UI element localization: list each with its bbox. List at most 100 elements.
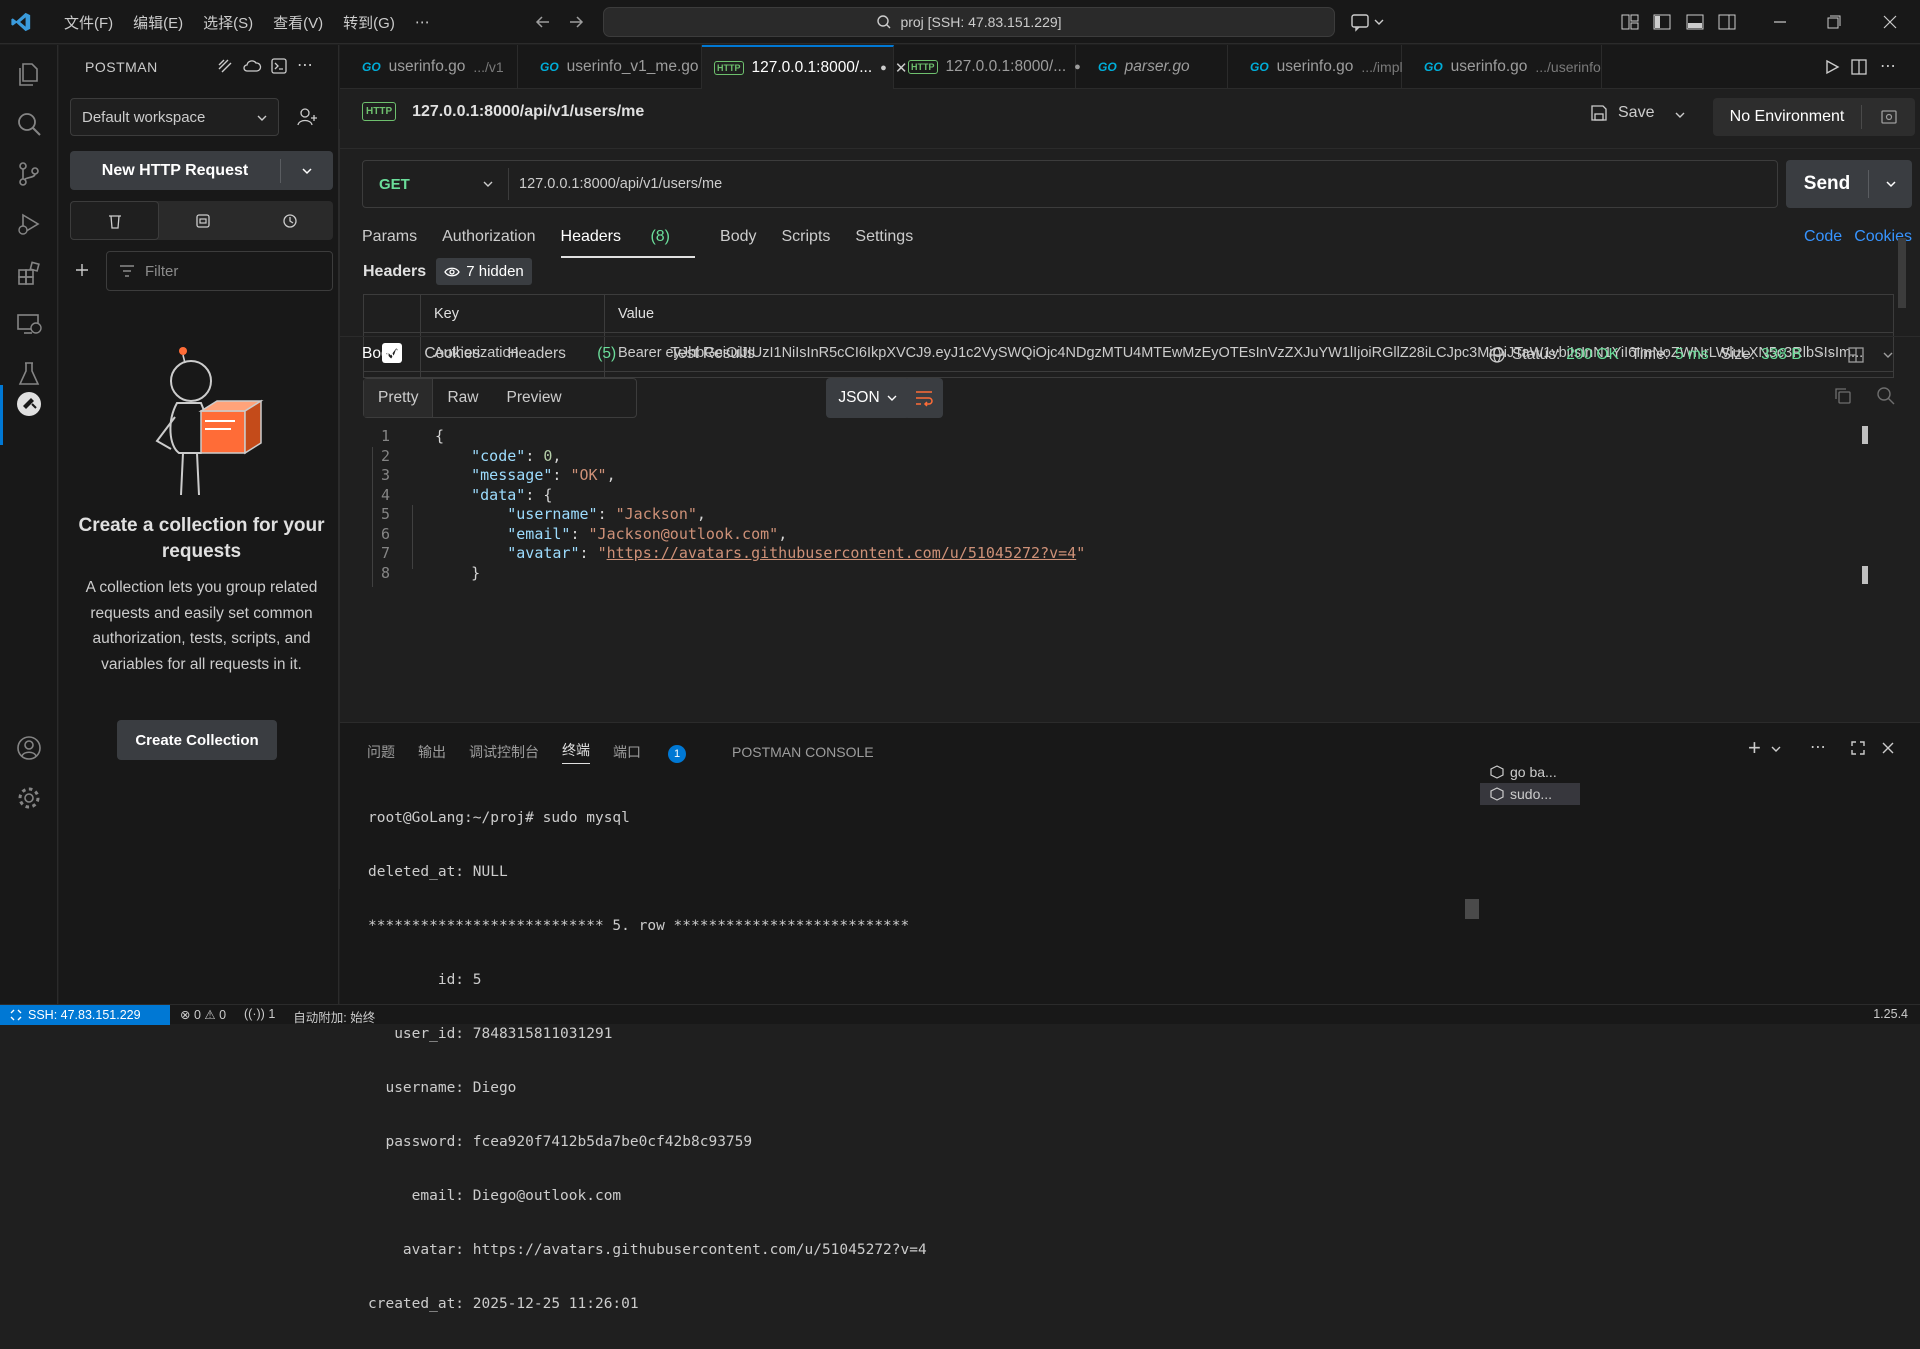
close-panel-icon[interactable] (1880, 740, 1896, 756)
menu-edit[interactable]: 编辑(E) (123, 12, 193, 33)
panel-tab-debug-console[interactable]: 调试控制台 (469, 742, 539, 762)
customize-layout-icon[interactable] (1620, 12, 1640, 32)
add-collection-icon[interactable] (73, 261, 91, 279)
tab-authorization[interactable]: Authorization (442, 228, 535, 258)
terminal-scrollbar[interactable] (1465, 899, 1479, 919)
menu-file[interactable]: 文件(F) (54, 12, 123, 33)
api-icon[interactable] (216, 57, 234, 75)
go-version[interactable]: 1.25.4 (1873, 1007, 1908, 1021)
code-scrollbar-bottom[interactable] (1862, 566, 1868, 584)
tab-history[interactable] (246, 201, 333, 240)
response-tab-body[interactable]: Body (362, 345, 397, 363)
tab-userinfo-go-userinfo[interactable]: GO userinfo.go .../userinfo (1402, 45, 1602, 89)
environment-select[interactable]: No Environment (1713, 98, 1915, 136)
response-tab-cookies[interactable]: Cookies (424, 345, 480, 363)
panel-tab-problems[interactable]: 问题 (367, 742, 395, 762)
response-tab-headers[interactable]: Headers (5) (507, 345, 643, 363)
tab-http-request[interactable]: HTTP 127.0.0.1:8000/... ● (894, 45, 1081, 89)
code-link[interactable]: Code (1804, 228, 1842, 246)
tab-userinfo-v1-me-go[interactable]: GO userinfo_v1_me.go (518, 45, 702, 89)
code-scrollbar-top[interactable] (1862, 426, 1868, 444)
tab-settings[interactable]: Settings (855, 228, 913, 258)
tab-collections[interactable] (70, 201, 159, 240)
tab-params[interactable]: Params (362, 228, 417, 258)
view-preview[interactable]: Preview (493, 379, 576, 417)
accounts-icon[interactable] (14, 733, 44, 763)
environment-quicklook-icon[interactable] (1862, 108, 1915, 126)
hidden-headers-toggle[interactable]: 7 hidden (436, 258, 532, 285)
add-user-icon[interactable] (297, 107, 319, 127)
copilot-chat-icon[interactable] (1350, 12, 1386, 32)
save-options-chevron-icon[interactable] (1673, 108, 1687, 122)
save-button[interactable]: Save (1590, 104, 1654, 122)
menu-go[interactable]: 转到(G) (333, 12, 405, 33)
back-arrow-icon[interactable] (533, 12, 553, 32)
method-select[interactable]: GET (363, 168, 509, 200)
response-tab-tests[interactable]: Test Results (670, 345, 754, 363)
tab-parser-go[interactable]: GO parser.go (1076, 45, 1228, 89)
filter-input[interactable]: Filter (106, 251, 333, 291)
view-raw[interactable]: Raw (433, 379, 492, 417)
terminal-output[interactable]: root@GoLang:~/proj# sudo mysql deleted_a… (368, 773, 927, 1349)
extensions-icon[interactable] (14, 259, 44, 289)
split-editor-icon[interactable] (1850, 58, 1868, 76)
send-button[interactable]: Send (1786, 160, 1912, 208)
new-http-request-button[interactable]: New HTTP Request (70, 151, 333, 190)
panel-tab-output[interactable]: 输出 (418, 742, 446, 762)
forward-arrow-icon[interactable] (566, 12, 586, 32)
more-actions-icon[interactable]: ⋯ (1818, 345, 1834, 364)
terminal-item-go[interactable]: go ba... (1480, 761, 1580, 783)
headers-scrollbar[interactable] (1898, 238, 1906, 308)
toggle-secondary-sidebar-icon[interactable] (1717, 12, 1737, 32)
status-code[interactable]: 200 OK (1566, 346, 1619, 364)
terminal-item-sudo[interactable]: sudo... (1480, 783, 1580, 805)
menu-selection[interactable]: 选择(S) (193, 12, 263, 33)
more-actions-icon[interactable]: ⋯ (1810, 737, 1826, 757)
create-collection-button[interactable]: Create Collection (117, 720, 277, 760)
panel-tab-postman-console[interactable]: POSTMAN CONSOLE (732, 744, 874, 760)
layout-toggle-icon[interactable] (1847, 346, 1865, 364)
minimize-icon[interactable] (1770, 12, 1790, 32)
tab-body[interactable]: Body (720, 228, 756, 258)
url-input[interactable]: 127.0.0.1:8000/api/v1/users/me (509, 176, 722, 192)
tab-headers[interactable]: Headers (8) (560, 228, 696, 258)
tab-scripts[interactable]: Scripts (781, 228, 830, 258)
wrap-lines-button[interactable] (904, 378, 943, 418)
chevron-down-icon[interactable] (281, 164, 333, 178)
avatar-link[interactable]: https://avatars.githubusercontent.com/u/… (607, 544, 1077, 562)
cloud-icon[interactable] (242, 57, 262, 75)
run-debug-icon[interactable] (14, 209, 44, 239)
menu-more[interactable]: ⋯ (405, 13, 440, 31)
panel-tab-terminal[interactable]: 终端 (562, 740, 590, 764)
workspace-select[interactable]: Default workspace (70, 98, 279, 136)
problems-status[interactable]: ⊗ 0 ⚠ 0 (180, 1007, 226, 1026)
settings-gear-icon[interactable] (14, 783, 44, 813)
maximize-panel-icon[interactable] (1850, 740, 1866, 756)
request-title[interactable]: 127.0.0.1:8000/api/v1/users/me (412, 103, 644, 121)
close-window-icon[interactable] (1880, 12, 1900, 32)
postman-icon[interactable] (14, 389, 44, 419)
testing-flask-icon[interactable] (14, 359, 44, 389)
ports-status[interactable]: ((·)) 1 (244, 1007, 275, 1026)
search-icon[interactable] (14, 109, 44, 139)
size-value[interactable]: 338 B (1761, 346, 1802, 364)
toggle-panel-icon[interactable] (1685, 12, 1705, 32)
more-actions-icon[interactable]: ⋯ (1880, 56, 1896, 76)
chevron-down-icon[interactable] (1869, 177, 1912, 191)
source-control-icon[interactable] (14, 159, 44, 189)
search-icon[interactable] (1876, 386, 1896, 406)
menu-view[interactable]: 查看(V) (263, 12, 333, 33)
chevron-down-icon[interactable] (1770, 743, 1782, 755)
tab-userinfo-go-v1[interactable]: GO userinfo.go .../v1 (340, 45, 518, 89)
restore-icon[interactable] (1824, 12, 1844, 32)
remote-indicator[interactable]: SSH: 47.83.151.229 (0, 1005, 170, 1025)
command-center-search[interactable]: proj [SSH: 47.83.151.229] (603, 7, 1335, 37)
new-terminal-plus-icon[interactable]: + (1748, 735, 1761, 761)
terminal-icon[interactable] (270, 57, 288, 75)
toggle-primary-sidebar-icon[interactable] (1652, 12, 1672, 32)
copy-icon[interactable] (1833, 386, 1853, 406)
panel-tab-ports[interactable]: 端口 1 (613, 742, 709, 763)
explorer-icon[interactable] (14, 59, 44, 89)
more-actions-icon[interactable]: ⋯ (297, 55, 313, 75)
collapse-chevron-icon[interactable] (1881, 348, 1895, 362)
